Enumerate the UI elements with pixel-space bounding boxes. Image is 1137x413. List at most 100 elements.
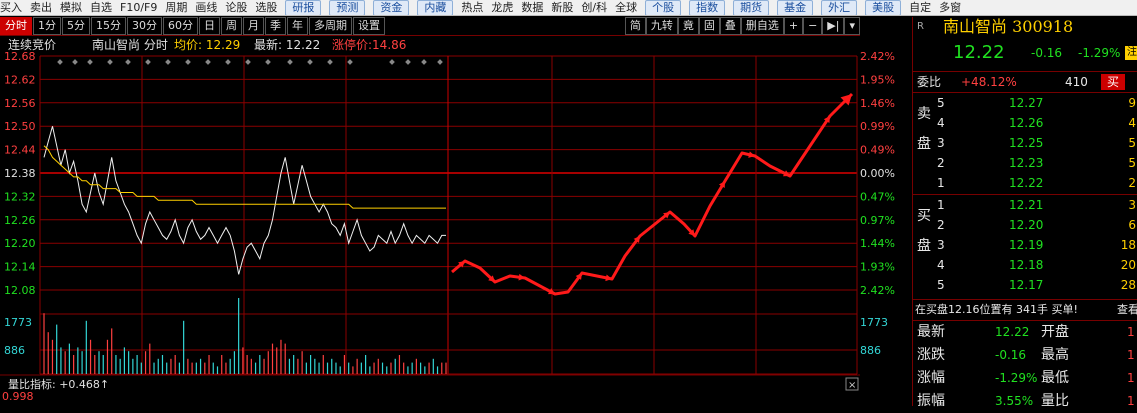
note-tag[interactable]: 注: [1125, 46, 1137, 60]
chart-tool-3[interactable]: 固: [698, 17, 720, 35]
order-row[interactable]: 3 12.19 18: [913, 235, 1137, 255]
period-tab-1[interactable]: 1分: [33, 17, 61, 35]
marker-diamond: [347, 59, 353, 65]
order-row[interactable]: 2 12.23 5: [913, 153, 1137, 173]
period-tab-6[interactable]: 日: [199, 17, 220, 35]
menu-item-12[interactable]: 内藏: [417, 0, 454, 15]
menu-item-8[interactable]: 选股: [255, 1, 277, 15]
right-axis-label: 0.00%: [860, 167, 895, 180]
order-row[interactable]: 1 12.22 2: [913, 173, 1137, 193]
order-row[interactable]: 1 12.21 3: [913, 195, 1137, 215]
period-tab-4[interactable]: 30分: [127, 17, 162, 35]
stat-row: 振幅 3.55% 量比 1: [913, 390, 1137, 413]
menu-item-14[interactable]: 龙虎: [491, 1, 513, 15]
chart-tool-4[interactable]: 叠: [719, 17, 741, 35]
chart-tool-8[interactable]: ▶|: [822, 17, 845, 35]
period-tab-3[interactable]: 15分: [91, 17, 126, 35]
menu-item-7[interactable]: 论股: [225, 1, 247, 15]
menu-item-19[interactable]: 个股: [645, 0, 682, 15]
menu-item-1[interactable]: 卖出: [30, 1, 52, 15]
chart-tool-5[interactable]: 删自选: [740, 17, 784, 35]
level-index: 4: [937, 258, 945, 272]
level-price: 12.22: [1009, 176, 1044, 190]
menu-bar: 买入 卖出 模拟 自选 F10/F9 周期 画线 论股 选股 研报 预测 资金 内藏 热点 龙虎 数据 新股 创/…: [0, 0, 1137, 16]
price-change: -0.16: [1031, 46, 1063, 60]
chart-tool-2[interactable]: 竟: [677, 17, 699, 35]
menu-item-6[interactable]: 画线: [195, 1, 217, 15]
right-axis-label: 1.95%: [860, 73, 895, 86]
stat-label: 振幅: [917, 393, 945, 409]
menu-item-26[interactable]: 多窗: [939, 1, 961, 15]
order-row[interactable]: 5 12.27 9: [913, 93, 1137, 113]
level-volume: 20: [1120, 258, 1136, 272]
menu-item-23[interactable]: 外汇: [821, 0, 858, 15]
indicator-label: 量比指标: +0.468↑: [8, 377, 109, 391]
chart-tool-1[interactable]: 九转: [645, 17, 678, 35]
view-button[interactable]: 查看: [1117, 300, 1137, 320]
level-index: 3: [937, 238, 945, 252]
period-tab-8[interactable]: 月: [243, 17, 264, 35]
level-volume: 6: [1128, 218, 1136, 232]
chart-tool-9[interactable]: ▾: [844, 17, 860, 35]
marker-diamond: [107, 59, 113, 65]
menu-item-3[interactable]: 自选: [90, 1, 112, 15]
period-tab-5[interactable]: 60分: [163, 17, 198, 35]
stat-label: 最高: [1041, 347, 1069, 363]
period-tab-12[interactable]: 设置: [353, 17, 385, 35]
level-index: 2: [937, 218, 945, 232]
vol-right-label: 1773: [860, 316, 888, 329]
period-tab-7[interactable]: 周: [221, 17, 242, 35]
period-tab-11[interactable]: 多周期: [309, 17, 352, 35]
buy-button[interactable]: 买: [1101, 74, 1126, 90]
menu-item-25[interactable]: 自定: [909, 1, 931, 15]
menu-item-15[interactable]: 数据: [521, 1, 543, 15]
level-volume: 5: [1128, 136, 1136, 150]
notice-text: 在买盘12.16位置有 341手 买单!: [915, 303, 1078, 316]
stat-label: 开盘: [1041, 324, 1069, 340]
chart-tool-7[interactable]: −: [803, 17, 823, 35]
menu-item-5[interactable]: 周期: [165, 1, 187, 15]
price-pct: -1.29%: [1078, 46, 1121, 60]
period-tab-9[interactable]: 季: [265, 17, 286, 35]
order-row[interactable]: 2 12.20 6: [913, 215, 1137, 235]
menu-item-20[interactable]: 指数: [689, 0, 726, 15]
menu-item-0[interactable]: 买入: [0, 1, 22, 15]
marker-diamond: [72, 59, 78, 65]
menu-item-10[interactable]: 预测: [329, 0, 366, 15]
menu-item-16[interactable]: 新股: [551, 1, 573, 15]
level-index: 5: [937, 278, 945, 292]
menu-item-18[interactable]: 全球: [615, 1, 637, 15]
menu-item-2[interactable]: 模拟: [60, 1, 82, 15]
header-name: 南山智尚 分时: [92, 37, 168, 52]
order-row[interactable]: 4 12.18 20: [913, 255, 1137, 275]
menu-item-4[interactable]: F10/F9: [120, 1, 157, 15]
order-row[interactable]: 5 12.17 28: [913, 275, 1137, 295]
price-line: [43, 126, 446, 275]
menu-item-17[interactable]: 创/科: [581, 1, 607, 15]
menu-item-22[interactable]: 基金: [777, 0, 814, 15]
left-axis-label: 12.32: [4, 190, 36, 203]
order-row[interactable]: 4 12.26 4: [913, 113, 1137, 133]
level-price: 12.23: [1009, 156, 1044, 170]
period-tab-10[interactable]: 年: [287, 17, 308, 35]
stat-row: 涨跌 -0.16 最高 1: [913, 344, 1137, 367]
level-price: 12.27: [1009, 96, 1044, 110]
chart-tool-0[interactable]: 简: [624, 17, 646, 35]
level-volume: 4: [1128, 116, 1136, 130]
menu-item-9[interactable]: 研报: [285, 0, 322, 15]
menu-item-24[interactable]: 美股: [865, 0, 902, 15]
chart-tool-6[interactable]: +: [783, 17, 804, 35]
side-label: 买盘: [917, 208, 931, 254]
stat-value: 1: [1127, 348, 1135, 362]
period-tab-2[interactable]: 5分: [62, 17, 90, 35]
level-volume: 28: [1120, 278, 1136, 292]
period-tab-0[interactable]: 分时: [0, 17, 32, 35]
weibi-diff: 410: [1065, 75, 1088, 89]
right-axis-label: 0.97%: [860, 214, 895, 227]
menu-item-13[interactable]: 热点: [461, 1, 483, 15]
current-price: 12.22: [953, 42, 1005, 63]
order-row[interactable]: 3 12.25 5: [913, 133, 1137, 153]
level-price: 12.18: [1009, 258, 1044, 272]
menu-item-21[interactable]: 期货: [733, 0, 770, 15]
menu-item-11[interactable]: 资金: [373, 0, 410, 15]
